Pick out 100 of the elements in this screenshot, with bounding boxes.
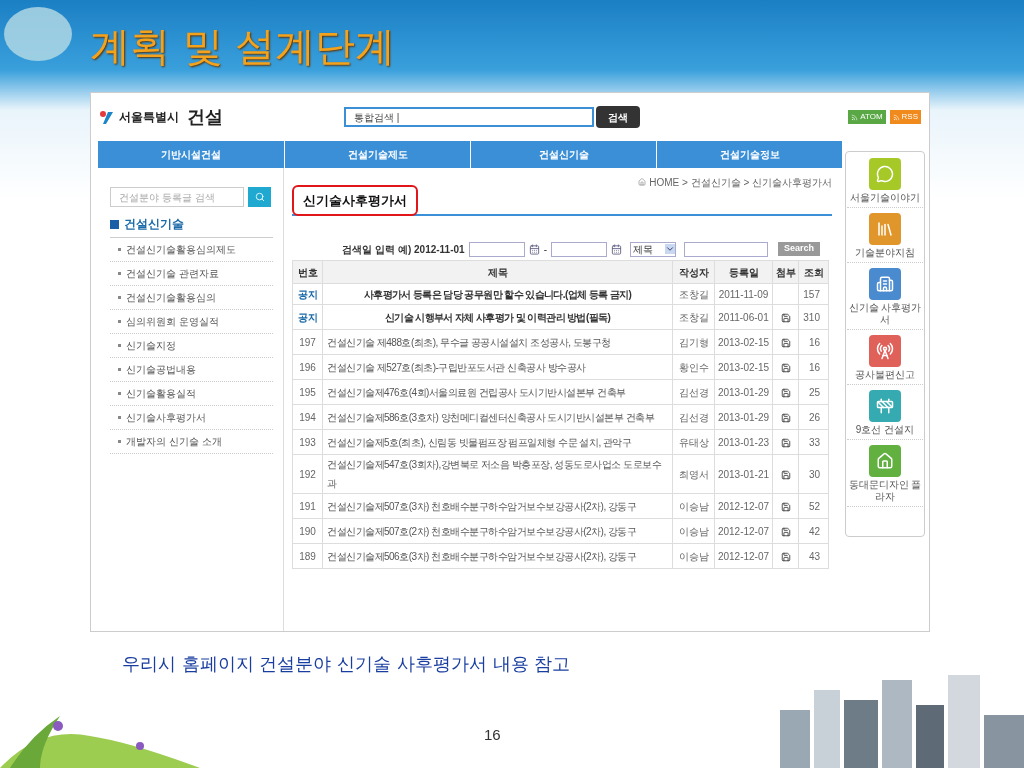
bullet-icon (118, 248, 121, 251)
logo-bold-text: 건설 (187, 105, 223, 129)
end-date-field[interactable] (550, 241, 607, 257)
search-icon (254, 192, 265, 202)
slide-title: 계획 및 설계단계 (90, 22, 396, 71)
column-header: 제목 (322, 260, 673, 284)
quick-menu-link[interactable]: 동대문디자인 플라자 (847, 479, 923, 503)
bullet-icon (118, 296, 121, 299)
sidebar-link[interactable]: 건설신기술활용심의제도 (126, 242, 236, 257)
views-cell: 310 (798, 304, 829, 330)
date-cell: 2013-02-15 (714, 354, 773, 380)
title-cell[interactable]: 사후평가서 등록은 담당 공무원만 할수 있습니다.(업체 등록 금지) (322, 283, 673, 305)
views-cell: 42 (798, 518, 829, 544)
number-cell: 189 (292, 543, 323, 569)
city-logo-icon (99, 109, 115, 125)
range-dash: - (543, 242, 547, 257)
sidebar-link[interactable]: 신기술사후평가서 (126, 410, 206, 425)
author-cell: 황인수 (672, 354, 715, 380)
date-cell: 2011-06-01 (714, 304, 773, 330)
sidebar-heading: 건설신기술 (124, 216, 184, 233)
house-icon[interactable] (869, 445, 901, 477)
date-cell: 2013-01-21 (714, 454, 773, 494)
column-header: 작성자 (672, 260, 715, 284)
views-cell: 30 (798, 454, 829, 494)
title-cell[interactable]: 신기술 시행부서 자체 사후평가 및 이력관리 방법(필독) (322, 304, 673, 330)
number-cell: 196 (292, 354, 323, 380)
bullet-icon (118, 392, 121, 395)
bullet-icon (118, 416, 121, 419)
radio-tower-icon[interactable] (869, 335, 901, 367)
home-icon (638, 178, 647, 186)
quick-menu-link[interactable]: 서울기술이야기 (847, 192, 923, 204)
title-cell[interactable]: 건설신기술제507호(2차) 천호배수분구하수암거보수보강공사(2차), 강동구 (322, 518, 673, 544)
author-cell: 김선경 (672, 379, 715, 405)
search-field[interactable]: 통합검색 | (344, 107, 594, 127)
sidebar-link[interactable]: 건설신기술활용심의 (126, 290, 216, 305)
breadcrumb: HOME > 건설신기술 > 신기술사후평가서 (649, 175, 832, 190)
chevron-down-icon[interactable] (664, 244, 675, 254)
date-cell: 2013-01-23 (714, 429, 773, 455)
author-cell: 이승남 (672, 543, 715, 569)
field-select[interactable]: 제목 (629, 241, 676, 257)
bullet-icon (118, 368, 121, 371)
author-cell: 이승남 (672, 493, 715, 519)
title-cell[interactable]: 건설신기술제547호(3회차),강변북로 저소음 박층포장, 성동도로사업소 도로보수과 (322, 454, 673, 494)
calendar-icon[interactable] (528, 243, 540, 255)
sidebar-link[interactable]: 신기술활용실적 (126, 386, 196, 401)
sidebar-link[interactable]: 심의위원회 운영실적 (126, 314, 219, 329)
author-cell: 김기형 (672, 329, 715, 355)
column-header: 첨부 (772, 260, 799, 284)
number-cell: 192 (292, 454, 323, 494)
sidebar-link[interactable]: 신기술지정 (126, 338, 176, 353)
quick-menu-link[interactable]: 기술분야지침 (847, 247, 923, 259)
column-header: 번호 (292, 260, 323, 284)
views-cell: 16 (798, 329, 829, 355)
page-title: 신기술사후평가서 (292, 184, 418, 216)
date-cell: 2012-12-07 (714, 518, 773, 544)
number-cell: 191 (292, 493, 323, 519)
quick-menu-link[interactable]: 9호선 건설지 (847, 424, 923, 436)
author-cell: 김선경 (672, 404, 715, 430)
title-cell[interactable]: 건설신기술제5호(최초), 신림동 빗물펌프장 펌프일체형 수문 설치, 관악구 (322, 429, 673, 455)
number-cell: 190 (292, 518, 323, 544)
bullet-icon (118, 440, 121, 443)
views-cell: 43 (798, 543, 829, 569)
rss-icon (851, 113, 859, 121)
views-cell: 157 (798, 283, 829, 305)
building-icon[interactable] (869, 268, 901, 300)
author-cell: 최영서 (672, 454, 715, 494)
author-cell: 조창길 (672, 283, 715, 305)
quick-menu-link[interactable]: 신기술 사후평가서 (847, 302, 923, 326)
column-header: 조회 (798, 260, 829, 284)
title-cell[interactable]: 건설신기술제506호(3차) 천호배수분구하수암거보수보강공사(2차), 강동구 (322, 543, 673, 569)
views-cell: 16 (798, 354, 829, 380)
calendar-icon[interactable] (610, 243, 622, 255)
views-cell: 26 (798, 404, 829, 430)
number-cell: 194 (292, 404, 323, 430)
author-cell: 이승남 (672, 518, 715, 544)
filter-label: 검색일 입력 예) 2012-11-01 (342, 242, 465, 257)
logo-text: 서울특별시 (119, 109, 179, 126)
rss-icon (892, 113, 900, 121)
title-cell[interactable]: 건설신기술 제527호(최초)-구립반포도서관 신축공사 방수공사 (322, 354, 673, 380)
number-cell: 197 (292, 329, 323, 355)
author-cell: 유태상 (672, 429, 715, 455)
number-cell: 공지 (292, 304, 323, 330)
start-date-field[interactable] (468, 241, 525, 257)
quick-menu-link[interactable]: 공사불편신고 (847, 369, 923, 381)
search-button[interactable]: 검색 (596, 106, 640, 128)
sidebar-link[interactable]: 신기술공법내용 (126, 362, 196, 377)
page-number: 16 (484, 725, 501, 745)
sidebar-link[interactable]: 개발자의 신기술 소개 (126, 434, 222, 449)
title-cell[interactable]: 건설신기술제507호(3차) 천호배수분구하수암거보수보강공사(2차), 강동구 (322, 493, 673, 519)
author-cell: 조창길 (672, 304, 715, 330)
keyword-field[interactable] (683, 241, 768, 257)
title-cell[interactable]: 건설신기술 제488호(최초), 무수글 공공시설설치 조성공사, 도봉구청 (322, 329, 673, 355)
date-cell: 2013-02-15 (714, 329, 773, 355)
sidebar-link[interactable]: 건설신기술 관련자료 (126, 266, 219, 281)
number-cell: 193 (292, 429, 323, 455)
slide-caption: 우리시 홈페이지 건설분야 신기술 사후평가서 내용 참고 (122, 652, 572, 676)
number-cell: 195 (292, 379, 323, 405)
title-cell[interactable]: 건설신기술제476호(4회)서울의료원 건립공사 도시기반시설본부 건축부 (322, 379, 673, 405)
water-drop-icon (2, 4, 74, 64)
title-cell[interactable]: 건설신기술제586호(3호차) 양천메디컬센터신축공사 도시기반시설본부 건축부 (322, 404, 673, 430)
